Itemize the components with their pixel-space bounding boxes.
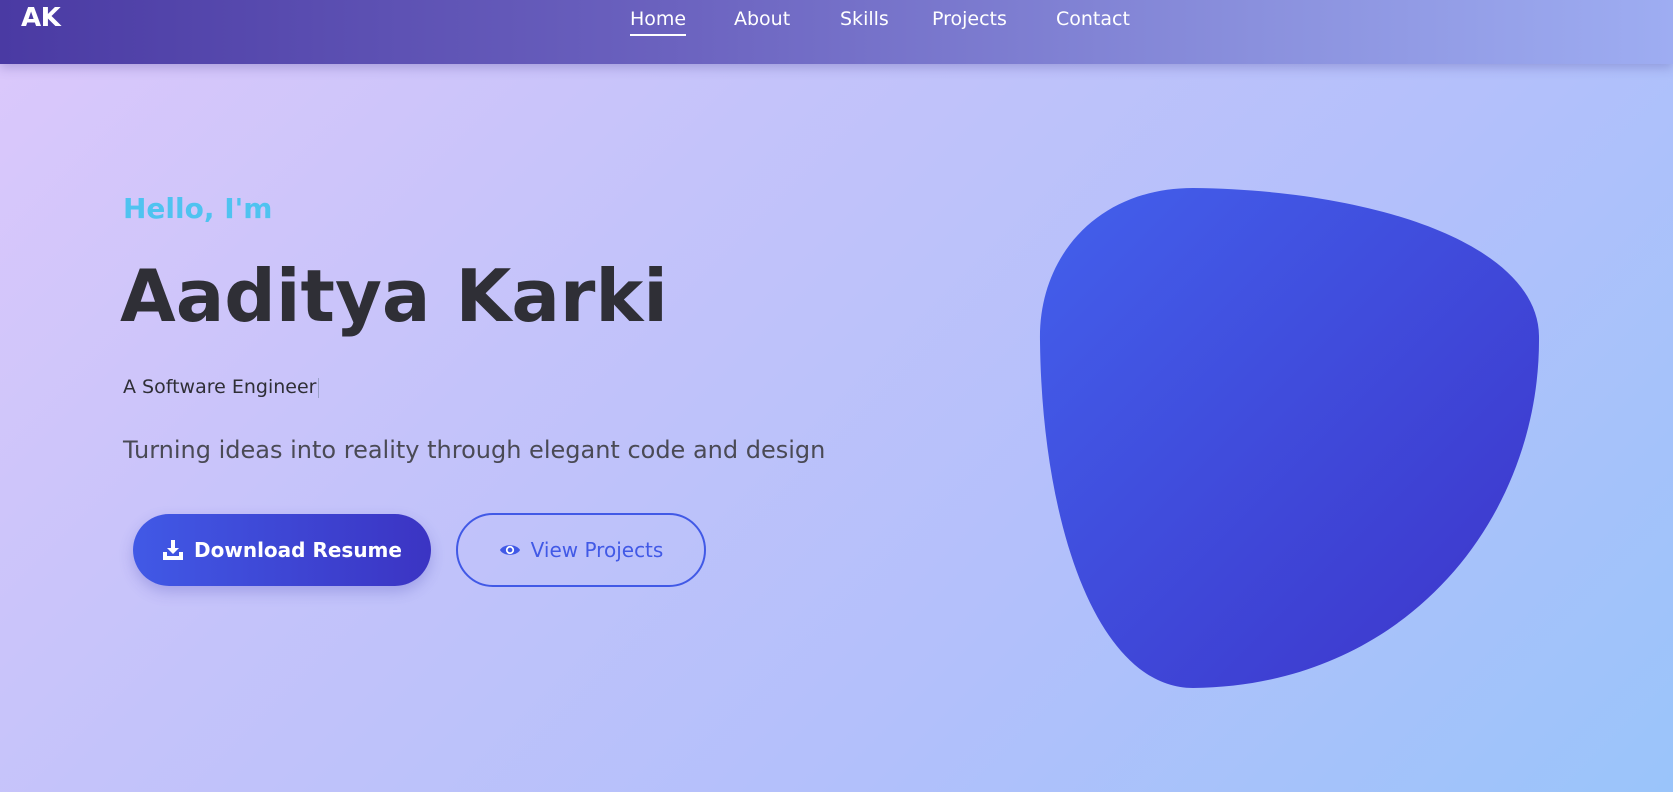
typing-caret — [318, 377, 320, 398]
top-navbar: AK Home About Skills Projects Contact — [0, 0, 1673, 64]
nav-contact[interactable]: Contact — [1056, 8, 1130, 36]
hero-name: Aaditya Karki — [120, 254, 668, 338]
hero-greeting: Hello, I'm — [123, 192, 273, 225]
nav-active-underline — [630, 34, 687, 36]
view-projects-label: View Projects — [530, 538, 664, 562]
nav-home-label: Home — [630, 8, 687, 30]
nav-home[interactable]: Home — [630, 8, 687, 36]
nav-skills[interactable]: Skills — [840, 8, 889, 36]
download-resume-button[interactable]: Download Resume — [133, 514, 431, 586]
nav-about[interactable]: About — [734, 8, 790, 36]
hero-role: A Software Engineer — [123, 376, 320, 398]
view-projects-button[interactable]: View Projects — [456, 513, 706, 587]
brand-logo[interactable]: AK — [21, 3, 61, 33]
hero-tagline: Turning ideas into reality through elega… — [123, 436, 826, 464]
download-resume-label: Download Resume — [194, 538, 402, 562]
hero-role-text: A Software Engineer — [123, 376, 317, 398]
eye-icon — [499, 539, 521, 561]
download-icon — [162, 539, 184, 561]
hero-blob-shape — [1039, 188, 1540, 688]
nav-projects[interactable]: Projects — [932, 8, 1007, 36]
